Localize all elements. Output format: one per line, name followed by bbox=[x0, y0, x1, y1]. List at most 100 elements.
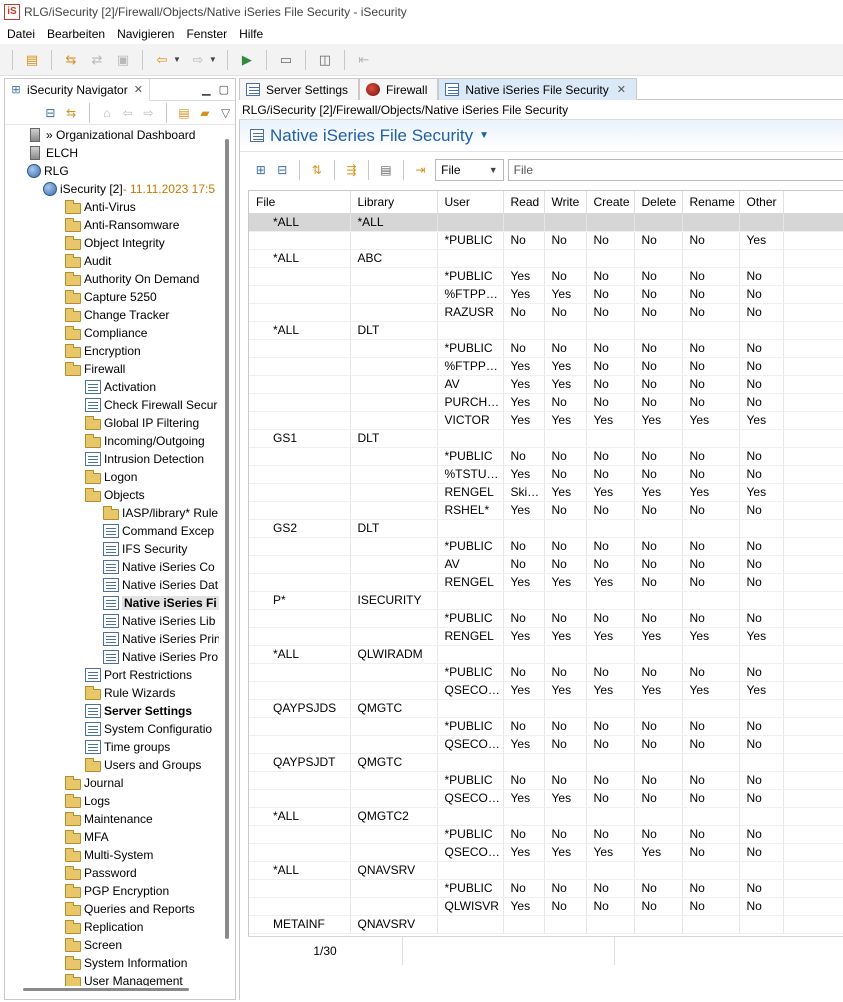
export-icon[interactable]: ⇥ bbox=[412, 161, 430, 179]
table-row[interactable]: RSHEL* Yes No No No No No bbox=[249, 501, 843, 520]
menu-bearbeiten[interactable]: Bearbeiten bbox=[47, 27, 105, 41]
table-row[interactable]: AV Yes Yes No No No No bbox=[249, 375, 843, 394]
tree-item[interactable]: Native iSeries Prin bbox=[103, 630, 219, 648]
tree-item[interactable]: Intrusion Detection bbox=[85, 450, 204, 468]
table-row[interactable]: *PUBLIC Yes No No No No No bbox=[249, 267, 843, 286]
table-row[interactable]: *PUBLIC No No No No No No bbox=[249, 447, 843, 466]
tree-item[interactable]: Journal bbox=[65, 774, 123, 792]
tree-item[interactable]: System Information bbox=[65, 954, 187, 972]
unlink-icon[interactable]: ⇄ bbox=[87, 50, 107, 70]
table-row[interactable]: %TSTUSR Yes No No No No No bbox=[249, 465, 843, 484]
tree-item[interactable]: Check Firewall Secur bbox=[85, 396, 217, 414]
tab-firewall[interactable]: Firewall bbox=[359, 78, 439, 100]
save-icon[interactable]: ▣ bbox=[113, 50, 133, 70]
tree-item[interactable]: Object Integrity bbox=[65, 234, 165, 252]
column-header-other[interactable]: Other bbox=[739, 191, 784, 214]
tree-item[interactable]: Audit bbox=[65, 252, 111, 270]
tree-item[interactable]: ELCH bbox=[27, 144, 78, 162]
navigator-tab[interactable]: ⊞ iSecurity Navigator ✕ bbox=[5, 79, 150, 101]
tree-item[interactable]: Authority On Demand bbox=[65, 270, 199, 288]
table-row[interactable]: QSECOFR Yes Yes No No No No bbox=[249, 789, 843, 808]
table-row[interactable]: RENGEL Skip... Yes Yes Yes Yes Yes bbox=[249, 483, 843, 502]
filter-column-select[interactable]: File ▼ bbox=[435, 159, 504, 181]
table-row[interactable]: QLWISVR Yes No No No No No bbox=[249, 897, 843, 916]
tree-item[interactable]: Native iSeries Pro bbox=[103, 648, 218, 666]
tree-item[interactable]: Screen bbox=[65, 936, 122, 954]
table-row[interactable]: *ALL QNAVSRV bbox=[249, 861, 843, 880]
tree-item[interactable]: Native iSeries Co bbox=[103, 558, 215, 576]
navigator-vertical-scrollbar[interactable] bbox=[225, 139, 229, 939]
filter-icon[interactable]: ⇶ bbox=[343, 161, 361, 179]
tree-item[interactable]: MFA bbox=[65, 828, 109, 846]
tab-native-iseries-file-security[interactable]: Native iSeries File Security ✕ bbox=[438, 78, 637, 100]
table-row[interactable]: GS1 DLT bbox=[249, 429, 843, 448]
table-row[interactable]: QAYPSJDT QMGTC bbox=[249, 753, 843, 772]
menu-navigieren[interactable]: Navigieren bbox=[117, 27, 174, 41]
tree-item[interactable]: Maintenance bbox=[65, 810, 153, 828]
chevron-down-icon[interactable]: ▼ bbox=[479, 130, 489, 141]
column-header-write[interactable]: Write bbox=[544, 191, 587, 214]
tree-item[interactable]: Global IP Filtering bbox=[85, 414, 199, 432]
table-row[interactable]: *ALL *ALL bbox=[249, 213, 843, 232]
column-header-create[interactable]: Create bbox=[586, 191, 635, 214]
tree-item[interactable]: RLG bbox=[27, 162, 69, 180]
tree-item[interactable]: Objects bbox=[85, 486, 145, 504]
table-row[interactable]: RENGEL Yes Yes Yes Yes Yes Yes bbox=[249, 627, 843, 646]
tree-item[interactable]: Replication bbox=[65, 918, 143, 936]
view-menu-icon[interactable]: ▽ bbox=[218, 104, 233, 122]
forward-icon[interactable]: ⇨ bbox=[188, 50, 208, 70]
tree-item[interactable]: Password bbox=[65, 864, 137, 882]
tree-item[interactable]: User Management bbox=[65, 972, 183, 986]
tree-item[interactable]: PGP Encryption bbox=[65, 882, 169, 900]
menu-fenster[interactable]: Fenster bbox=[186, 27, 227, 41]
tree-item[interactable]: Anti-Virus bbox=[65, 198, 136, 216]
column-header-user[interactable]: User bbox=[437, 191, 504, 214]
table-row[interactable]: *PUBLIC No No No No No No bbox=[249, 339, 843, 358]
table-row[interactable]: *PUBLIC No No No No No No bbox=[249, 879, 843, 898]
tree-item[interactable]: Port Restrictions bbox=[85, 666, 192, 684]
maximize-view-icon[interactable]: ▭ bbox=[276, 50, 296, 70]
tree-item[interactable]: Anti-Ransomware bbox=[65, 216, 179, 234]
column-header-read[interactable]: Read bbox=[503, 191, 545, 214]
close-icon[interactable]: ✕ bbox=[134, 83, 143, 96]
tree-item[interactable]: Logon bbox=[85, 468, 137, 486]
tree-item[interactable]: Capture 5250 bbox=[65, 288, 157, 306]
open-folder-icon[interactable]: ▰ bbox=[197, 104, 212, 122]
collapse-all-icon[interactable]: ⊟ bbox=[274, 161, 292, 179]
column-header-delete[interactable]: Delete bbox=[634, 191, 683, 214]
table-row[interactable]: GS2 DLT bbox=[249, 519, 843, 538]
menu-datei[interactable]: Datei bbox=[7, 27, 35, 41]
tree-item[interactable]: Compliance bbox=[65, 324, 147, 342]
run-icon[interactable]: ▶ bbox=[237, 50, 257, 70]
column-header-library[interactable]: Library bbox=[350, 191, 438, 214]
minimize-icon[interactable]: ▁ bbox=[202, 83, 210, 96]
collapse-all-icon[interactable]: ⊟ bbox=[43, 104, 58, 122]
table-row[interactable]: %FTPPU... Yes Yes No No No No bbox=[249, 285, 843, 304]
tree-item[interactable]: Rule Wizards bbox=[85, 684, 175, 702]
tree-item[interactable]: Native iSeries Dat bbox=[103, 576, 218, 594]
forward-dropdown-icon[interactable]: ▼ bbox=[209, 55, 217, 64]
forward-icon[interactable]: ⇨ bbox=[141, 104, 156, 122]
split-view-icon[interactable]: ◫ bbox=[315, 50, 335, 70]
table-row[interactable]: QSECOFR Yes Yes Yes Yes No No bbox=[249, 843, 843, 862]
column-header-rename[interactable]: Rename bbox=[682, 191, 740, 214]
home-icon[interactable]: ⌂ bbox=[99, 104, 114, 122]
table-row[interactable]: *PUBLIC No No No No No No bbox=[249, 717, 843, 736]
expand-all-icon[interactable]: ⊞ bbox=[252, 161, 270, 179]
back-dropdown-icon[interactable]: ▼ bbox=[173, 55, 181, 64]
table-row[interactable]: *PUBLIC No No No No No No bbox=[249, 609, 843, 628]
tree-item[interactable]: System Configuratio bbox=[85, 720, 212, 738]
tree-item[interactable]: Command Excep bbox=[103, 522, 214, 540]
table-view-icon[interactable]: ▤ bbox=[377, 161, 395, 179]
new-icon[interactable]: ▤ bbox=[177, 104, 192, 122]
table-row[interactable]: *ALL QLWIRADM bbox=[249, 645, 843, 664]
table-row[interactable]: RAZUSR No No No No No No bbox=[249, 303, 843, 322]
tree-item[interactable]: Users and Groups bbox=[85, 756, 201, 774]
table-row[interactable]: *PUBLIC No No No No No Yes bbox=[249, 231, 843, 250]
table-row[interactable]: QSECOFR Yes Yes Yes Yes Yes Yes bbox=[249, 681, 843, 700]
navigator-horizontal-scrollbar[interactable] bbox=[23, 988, 189, 991]
table-row[interactable]: QSECOFR Yes No No No No No bbox=[249, 735, 843, 754]
column-header-file[interactable]: File bbox=[249, 191, 351, 214]
table-row[interactable]: *PUBLIC No No No No No No bbox=[249, 825, 843, 844]
tree-item[interactable]: Native iSeries Lib bbox=[103, 612, 215, 630]
